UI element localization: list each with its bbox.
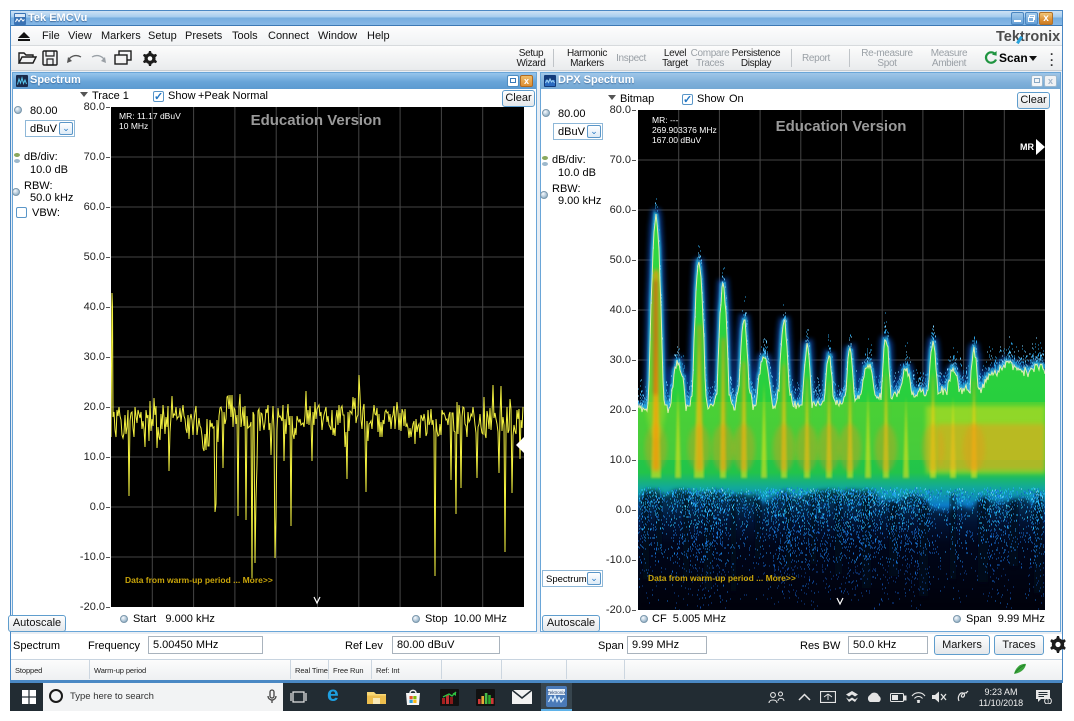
svg-text:Data from warm-up period ... M: Data from warm-up period ... More>> [125, 575, 273, 585]
svg-text:167.00 dBuV: 167.00 dBuV [652, 135, 701, 145]
svg-text:Data from warm-up period ... M: Data from warm-up period ... More>> [648, 573, 796, 583]
svg-text:10 MHz: 10 MHz [119, 121, 148, 131]
svg-text:Education Version: Education Version [251, 112, 382, 129]
svg-text:Education Version: Education Version [776, 118, 907, 135]
svg-text:MR: ---: MR: --- [652, 115, 679, 125]
svg-text:269.903376 MHz: 269.903376 MHz [652, 125, 717, 135]
svg-text:Tektronix: Tektronix [547, 690, 566, 695]
svg-text:MR: 11.17 dBuV: MR: 11.17 dBuV [119, 111, 181, 121]
svg-text:MR: MR [1020, 142, 1034, 152]
svg-text:1: 1 [1046, 699, 1050, 704]
